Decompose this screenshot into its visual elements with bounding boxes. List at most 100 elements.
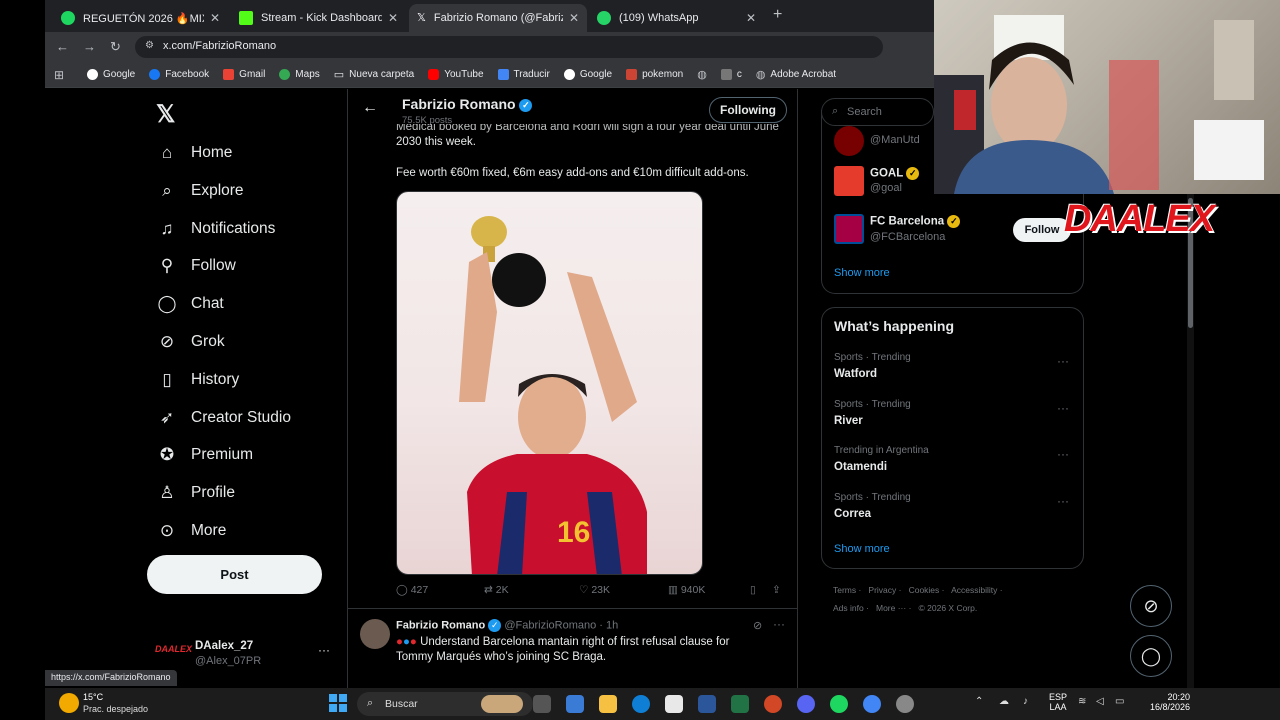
manutd-avatar[interactable] [834,126,864,156]
footer-link[interactable]: Ads info [833,603,864,613]
word-icon[interactable] [698,695,716,713]
onedrive-icon[interactable]: ☁ [999,696,1009,707]
sidebar-item-history[interactable]: ▯ History [156,366,239,394]
chevron-up-icon[interactable]: ⌃ [975,696,983,707]
powerpoint-icon[interactable] [764,695,782,713]
browser-tab-2[interactable]: Stream - Kick Dashboard ✕ [231,4,406,32]
browser-tab-3[interactable]: 𝕏 Fabrizio Romano (@FabrizioRo ✕ [409,4,587,32]
sidebar-item-chat[interactable]: ◯ Chat [156,290,223,318]
forward-arrow-icon[interactable]: → [83,39,96,54]
trend-item[interactable]: Sports · Trending Watford ··· [822,352,1083,392]
tweet-image[interactable]: 16 [396,191,703,575]
discord-icon[interactable] [797,695,815,713]
apps-grid-icon[interactable]: ⊞ [54,68,64,82]
close-icon[interactable]: ✕ [388,11,398,25]
footer-link[interactable]: Terms [833,585,856,595]
sidebar-item-more[interactable]: ⊙ More [156,517,226,545]
more-dots-icon[interactable]: ··· [1057,447,1069,461]
more-dots-icon[interactable]: ··· [318,643,330,657]
weather-icon[interactable] [59,693,79,713]
bookmark-facebook[interactable]: Facebook [149,69,209,80]
windows-start-icon[interactable] [329,694,347,712]
footer-link[interactable]: Accessibility [951,585,997,595]
sidebar-item-home[interactable]: ⌂ Home [156,139,233,167]
messages-floating-button[interactable]: ◯ [1130,635,1172,677]
settings-icon[interactable] [896,695,914,713]
like-button[interactable]: ♡ 23K [579,584,610,596]
sidebar-item-profile[interactable]: ♙ Profile [156,479,235,507]
browser-tab-1[interactable]: REGUETÓN 2026 🔥MIX REGG ✕ [53,4,228,32]
views-button[interactable]: ▥ 940K [668,584,705,596]
more-dots-icon[interactable]: ··· [1057,354,1069,368]
sidebar-item-grok[interactable]: ⊘ Grok [156,328,225,356]
sidebar-item-notifications[interactable]: ♫ Notifications [156,215,276,243]
account-switcher[interactable]: DAALEX DAalex_27 @Alex_07PR ··· [155,640,335,670]
bookmark-adobe[interactable]: ◍ Adobe Acrobat [756,68,836,81]
browser-tab-4[interactable]: (109) WhatsApp ✕ [589,4,764,32]
goal-avatar[interactable] [834,166,864,196]
clock[interactable]: 20:20 16/8/2026 [1140,692,1190,712]
site-info-icon[interactable]: ⚙ [145,40,154,51]
copilot-icon[interactable] [566,695,584,713]
trend-item[interactable]: Trending in Argentina Otamendi ··· [822,445,1083,485]
reload-icon[interactable]: ↻ [110,39,121,55]
bookmark-google[interactable]: Google [87,69,135,80]
author-name[interactable]: Fabrizio Romano [396,619,485,631]
show-more-link[interactable]: Show more [834,543,890,555]
more-dots-icon[interactable]: ··· [773,617,785,631]
x-logo[interactable]: 𝕏 [156,100,175,129]
back-arrow-icon[interactable]: ← [56,39,69,54]
footer-link[interactable]: Cookies [909,585,940,595]
footer-link[interactable]: More ··· [876,603,906,613]
avatar[interactable] [360,619,390,649]
store-icon[interactable] [665,695,683,713]
bookmark-maps[interactable]: Maps [279,69,320,80]
close-icon[interactable]: ✕ [210,11,220,25]
edge-icon[interactable] [632,695,650,713]
bookmark-folder[interactable]: ▭ Nueva carpeta [334,68,414,81]
close-icon[interactable]: ✕ [746,11,756,25]
share-icon[interactable]: ⇪ [772,584,781,596]
excel-icon[interactable] [731,695,749,713]
spotify-icon[interactable] [830,695,848,713]
grok-icon[interactable]: ⊘ [753,619,762,632]
microphone-icon[interactable]: ♪ [1023,696,1028,707]
taskbar-search[interactable]: ⌕ Buscar [357,692,533,716]
reply-button[interactable]: ◯ 427 [396,584,428,596]
new-tab-button[interactable]: + [773,6,782,24]
sidebar-item-follow[interactable]: ⚲ Follow [156,252,236,280]
bookmark-translate[interactable]: Traducir [497,69,550,80]
bookmark-globe[interactable]: ◍ [697,68,707,81]
file-explorer-icon[interactable] [599,695,617,713]
trend-item[interactable]: Sports · Trending River ··· [822,399,1083,439]
tweet-time[interactable]: · 1h [599,619,618,631]
bookmark-youtube[interactable]: YouTube [428,69,484,80]
bookmark-pokemon[interactable]: pokemon [626,69,683,80]
following-button[interactable]: Following [709,97,787,123]
language-indicator[interactable]: ESP LAA [1049,692,1067,712]
sidebar-item-premium[interactable]: ✪ Premium [156,441,253,469]
follow-button[interactable]: Follow [1013,218,1071,242]
bookmark-google-2[interactable]: Google [563,69,612,80]
footer-link[interactable]: Privacy [868,585,896,595]
more-dots-icon[interactable]: ··· [1057,494,1069,508]
task-view-icon[interactable] [533,695,551,713]
more-dots-icon[interactable]: ··· [1057,401,1069,415]
close-icon[interactable]: ✕ [569,11,579,25]
retweet-button[interactable]: ⇄ 2K [484,584,509,596]
battery-icon[interactable]: ▭ [1115,696,1124,707]
url-input[interactable]: ⚙ x.com/FabrizioRomano [135,36,883,58]
wifi-icon[interactable]: ≋ [1078,696,1086,707]
chrome-icon[interactable] [863,695,881,713]
trend-item[interactable]: Sports · Trending Correa ··· [822,492,1083,532]
sidebar-item-explore[interactable]: ⌕ Explore [156,177,243,205]
grok-floating-button[interactable]: ⊘ [1130,585,1172,627]
bookmark-icon[interactable]: ▯ [750,584,756,596]
bookmark-gmail[interactable]: Gmail [223,69,265,80]
show-more-link[interactable]: Show more [834,267,890,279]
sidebar-item-creator-studio[interactable]: ➶ Creator Studio [156,404,291,432]
bookmark-c[interactable]: c [720,69,742,80]
fcbarcelona-avatar[interactable] [834,214,864,244]
back-arrow-icon[interactable]: ← [362,99,378,117]
volume-icon[interactable]: ◁ [1096,696,1104,707]
